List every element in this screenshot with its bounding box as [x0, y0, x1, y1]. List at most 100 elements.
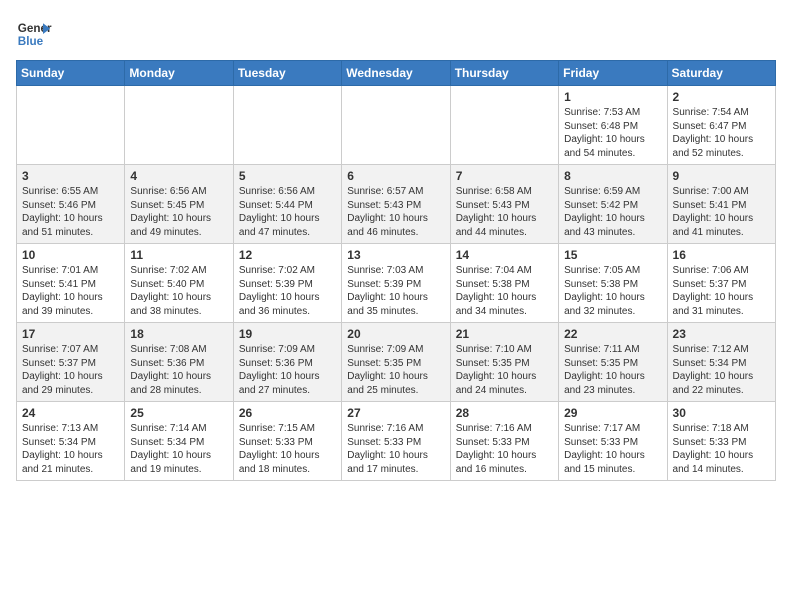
calendar-cell: 28 Sunrise: 7:16 AM Sunset: 5:33 PM Dayli…	[450, 402, 558, 481]
weekday-header-tuesday: Tuesday	[233, 61, 341, 86]
calendar-cell: 24 Sunrise: 7:13 AM Sunset: 5:34 PM Dayli…	[17, 402, 125, 481]
day-info: Sunrise: 7:10 AM Sunset: 5:35 PM Dayligh…	[456, 343, 553, 397]
day-info: Sunrise: 7:02 AM Sunset: 5:40 PM Dayligh…	[130, 264, 227, 318]
calendar-cell: 21Sunrise: 7:10 AM Sunset: 5:35 PM Dayli…	[450, 323, 558, 402]
day-info: Sunrise: 7:17 AM Sunset: 5:33 PM Dayligh…	[564, 422, 661, 476]
day-number: 6	[347, 169, 444, 183]
day-number: 13	[347, 248, 444, 262]
calendar-cell: 4 Sunrise: 6:56 AM Sunset: 5:45 PM Daylig…	[125, 165, 233, 244]
calendar-cell: 23Sunrise: 7:12 AM Sunset: 5:34 PM Dayli…	[667, 323, 775, 402]
day-info: Sunrise: 7:08 AM Sunset: 5:36 PM Dayligh…	[130, 343, 227, 397]
day-info: Sunrise: 7:18 AM Sunset: 5:33 PM Dayligh…	[673, 422, 770, 476]
calendar-cell: 7Sunrise: 6:58 AM Sunset: 5:43 PM Daylig…	[450, 165, 558, 244]
calendar-cell: 14 Sunrise: 7:04 AM Sunset: 5:38 PM Dayli…	[450, 244, 558, 323]
day-info: Sunrise: 7:16 AM Sunset: 5:33 PM Dayligh…	[347, 422, 444, 476]
calendar-cell: 17 Sunrise: 7:07 AM Sunset: 5:37 PM Dayli…	[17, 323, 125, 402]
day-info: Sunrise: 7:15 AM Sunset: 5:33 PM Dayligh…	[239, 422, 336, 476]
calendar-cell	[233, 86, 341, 165]
day-info: Sunrise: 7:53 AM Sunset: 6:48 PM Dayligh…	[564, 106, 661, 160]
day-number: 10	[22, 248, 119, 262]
day-info: Sunrise: 7:04 AM Sunset: 5:38 PM Dayligh…	[456, 264, 553, 318]
day-info: Sunrise: 6:59 AM Sunset: 5:42 PM Dayligh…	[564, 185, 661, 239]
day-info: Sunrise: 7:16 AM Sunset: 5:33 PM Dayligh…	[456, 422, 553, 476]
calendar-cell: 22 Sunrise: 7:11 AM Sunset: 5:35 PM Dayli…	[559, 323, 667, 402]
day-number: 17	[22, 327, 119, 341]
day-number: 16	[673, 248, 770, 262]
day-info: Sunrise: 6:55 AM Sunset: 5:46 PM Dayligh…	[22, 185, 119, 239]
svg-text:Blue: Blue	[18, 35, 44, 48]
day-number: 14	[456, 248, 553, 262]
logo-icon: General Blue	[16, 16, 52, 52]
calendar-cell: 6 Sunrise: 6:57 AM Sunset: 5:43 PM Daylig…	[342, 165, 450, 244]
day-number: 29	[564, 406, 661, 420]
calendar-cell: 15 Sunrise: 7:05 AM Sunset: 5:38 PM Dayli…	[559, 244, 667, 323]
weekday-header-saturday: Saturday	[667, 61, 775, 86]
day-number: 2	[673, 90, 770, 104]
day-number: 24	[22, 406, 119, 420]
calendar-cell: 25 Sunrise: 7:14 AM Sunset: 5:34 PM Dayli…	[125, 402, 233, 481]
day-number: 28	[456, 406, 553, 420]
day-info: Sunrise: 7:05 AM Sunset: 5:38 PM Dayligh…	[564, 264, 661, 318]
day-info: Sunrise: 7:11 AM Sunset: 5:35 PM Dayligh…	[564, 343, 661, 397]
calendar-cell: 16 Sunrise: 7:06 AM Sunset: 5:37 PM Dayli…	[667, 244, 775, 323]
calendar-cell: 5Sunrise: 6:56 AM Sunset: 5:44 PM Daylig…	[233, 165, 341, 244]
weekday-header-wednesday: Wednesday	[342, 61, 450, 86]
day-info: Sunrise: 7:03 AM Sunset: 5:39 PM Dayligh…	[347, 264, 444, 318]
day-info: Sunrise: 7:13 AM Sunset: 5:34 PM Dayligh…	[22, 422, 119, 476]
day-number: 7	[456, 169, 553, 183]
calendar-cell: 18 Sunrise: 7:08 AM Sunset: 5:36 PM Dayli…	[125, 323, 233, 402]
calendar-cell: 27 Sunrise: 7:16 AM Sunset: 5:33 PM Dayli…	[342, 402, 450, 481]
day-info: Sunrise: 7:09 AM Sunset: 5:36 PM Dayligh…	[239, 343, 336, 397]
day-number: 19	[239, 327, 336, 341]
day-number: 5	[239, 169, 336, 183]
calendar-cell	[342, 86, 450, 165]
weekday-header-sunday: Sunday	[17, 61, 125, 86]
day-number: 30	[673, 406, 770, 420]
calendar-cell	[17, 86, 125, 165]
day-number: 20	[347, 327, 444, 341]
calendar-cell: 8Sunrise: 6:59 AM Sunset: 5:42 PM Daylig…	[559, 165, 667, 244]
week-row-3: 10Sunrise: 7:01 AM Sunset: 5:41 PM Dayli…	[17, 244, 776, 323]
calendar-cell: 3Sunrise: 6:55 AM Sunset: 5:46 PM Daylig…	[17, 165, 125, 244]
weekday-header-thursday: Thursday	[450, 61, 558, 86]
calendar-cell: 10Sunrise: 7:01 AM Sunset: 5:41 PM Dayli…	[17, 244, 125, 323]
calendar-table: SundayMondayTuesdayWednesdayThursdayFrid…	[16, 60, 776, 481]
day-number: 11	[130, 248, 227, 262]
calendar-cell: 2 Sunrise: 7:54 AM Sunset: 6:47 PM Daylig…	[667, 86, 775, 165]
day-number: 1	[564, 90, 661, 104]
calendar-cell: 1 Sunrise: 7:53 AM Sunset: 6:48 PM Daylig…	[559, 86, 667, 165]
day-info: Sunrise: 7:00 AM Sunset: 5:41 PM Dayligh…	[673, 185, 770, 239]
day-info: Sunrise: 7:06 AM Sunset: 5:37 PM Dayligh…	[673, 264, 770, 318]
day-number: 9	[673, 169, 770, 183]
calendar-cell: 29 Sunrise: 7:17 AM Sunset: 5:33 PM Dayli…	[559, 402, 667, 481]
logo: General Blue	[16, 16, 52, 52]
calendar-cell: 9 Sunrise: 7:00 AM Sunset: 5:41 PM Daylig…	[667, 165, 775, 244]
day-number: 15	[564, 248, 661, 262]
day-number: 27	[347, 406, 444, 420]
day-info: Sunrise: 7:14 AM Sunset: 5:34 PM Dayligh…	[130, 422, 227, 476]
day-info: Sunrise: 6:57 AM Sunset: 5:43 PM Dayligh…	[347, 185, 444, 239]
calendar-cell: 19 Sunrise: 7:09 AM Sunset: 5:36 PM Dayli…	[233, 323, 341, 402]
week-row-2: 3Sunrise: 6:55 AM Sunset: 5:46 PM Daylig…	[17, 165, 776, 244]
day-info: Sunrise: 7:54 AM Sunset: 6:47 PM Dayligh…	[673, 106, 770, 160]
week-row-4: 17 Sunrise: 7:07 AM Sunset: 5:37 PM Dayli…	[17, 323, 776, 402]
day-number: 23	[673, 327, 770, 341]
week-row-1: 1 Sunrise: 7:53 AM Sunset: 6:48 PM Daylig…	[17, 86, 776, 165]
day-info: Sunrise: 6:56 AM Sunset: 5:45 PM Dayligh…	[130, 185, 227, 239]
week-row-5: 24 Sunrise: 7:13 AM Sunset: 5:34 PM Dayli…	[17, 402, 776, 481]
page-header: General Blue	[16, 16, 776, 52]
calendar-cell	[450, 86, 558, 165]
day-number: 22	[564, 327, 661, 341]
day-number: 25	[130, 406, 227, 420]
day-info: Sunrise: 7:09 AM Sunset: 5:35 PM Dayligh…	[347, 343, 444, 397]
day-number: 26	[239, 406, 336, 420]
day-info: Sunrise: 7:07 AM Sunset: 5:37 PM Dayligh…	[22, 343, 119, 397]
day-number: 12	[239, 248, 336, 262]
day-number: 18	[130, 327, 227, 341]
weekday-header-friday: Friday	[559, 61, 667, 86]
weekday-header-monday: Monday	[125, 61, 233, 86]
day-number: 4	[130, 169, 227, 183]
calendar-cell: 12Sunrise: 7:02 AM Sunset: 5:39 PM Dayli…	[233, 244, 341, 323]
weekday-header-row: SundayMondayTuesdayWednesdayThursdayFrid…	[17, 61, 776, 86]
calendar-cell: 30 Sunrise: 7:18 AM Sunset: 5:33 PM Dayli…	[667, 402, 775, 481]
